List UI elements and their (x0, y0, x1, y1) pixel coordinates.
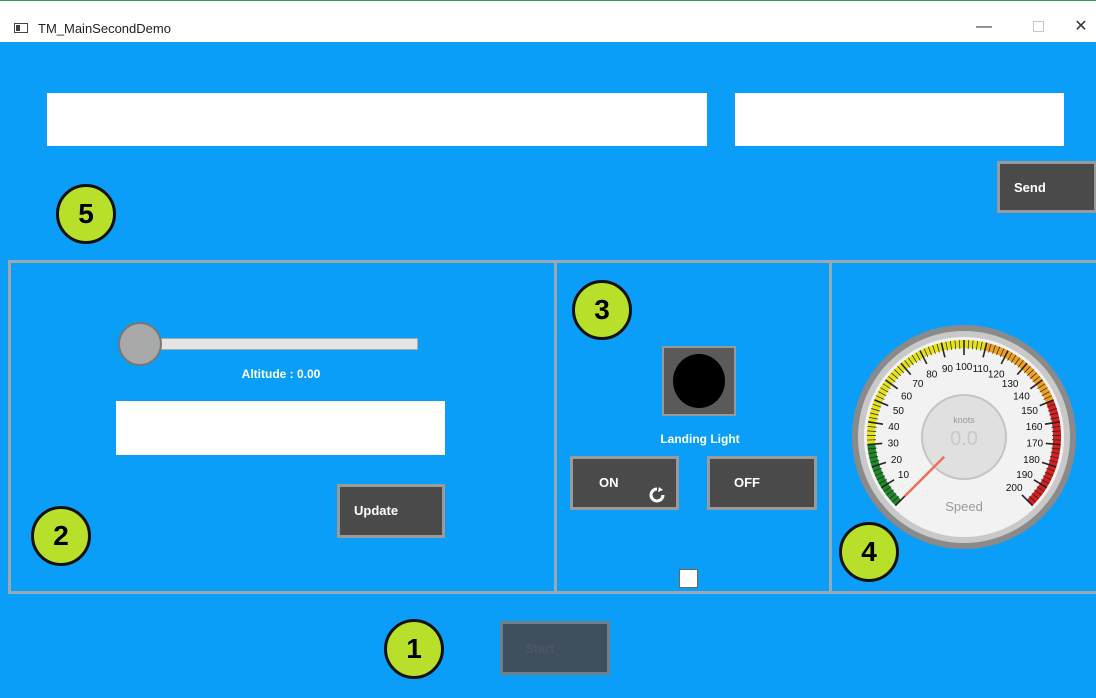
altitude-label: Altitude : 0.00 (241, 367, 321, 381)
landing-light-label: Landing Light (660, 432, 740, 446)
gauge-tick-label: 150 (1021, 406, 1038, 417)
gauge-tick-label: 70 (912, 379, 924, 390)
maximize-button[interactable] (1023, 15, 1053, 39)
message-input[interactable] (47, 93, 707, 146)
gauge-tick-label: 10 (898, 470, 910, 481)
gauge-tick-label: 110 (973, 364, 989, 375)
window-title: TM_MainSecondDemo (38, 21, 171, 36)
divider-bottom (8, 591, 1096, 594)
divider-left (8, 260, 11, 594)
section-1-badge: 1 (384, 619, 444, 679)
landing-light-bulb (673, 354, 725, 408)
start-button[interactable]: Start (500, 621, 610, 675)
on-label: ON (599, 475, 619, 490)
send-button[interactable]: Send (997, 161, 1096, 213)
off-button[interactable]: OFF (707, 456, 817, 510)
app-icon (14, 23, 28, 33)
gauge-tick-label: 180 (1023, 455, 1040, 466)
gauge-tick-label: 20 (891, 455, 903, 466)
speed-gauge: 10 20 30 40 50 60 70 80 90 100 110 120 130 140 150 160 1… (850, 324, 1078, 550)
gauge-tick-label: 100 (956, 362, 973, 373)
title-bar: TM_MainSecondDemo — ✕ (0, 0, 1096, 42)
altitude-input[interactable] (116, 401, 445, 455)
close-button[interactable]: ✕ (1066, 15, 1096, 39)
gauge-tick-label: 170 (1026, 439, 1043, 450)
gauge-value: 0.0 (950, 428, 978, 450)
on-button[interactable]: ON (570, 456, 679, 510)
gauge-caption: Speed (945, 499, 983, 514)
update-button[interactable]: Update (337, 484, 445, 538)
divider-mid-1 (554, 260, 557, 594)
divider-top (8, 260, 1096, 263)
minimize-button[interactable]: — (969, 15, 999, 39)
gauge-tick-label: 190 (1016, 470, 1033, 481)
topic-input[interactable] (735, 93, 1064, 146)
gauge-unit: knots (953, 415, 975, 425)
gauge-tick-label: 60 (901, 391, 913, 402)
landing-light-indicator (662, 346, 736, 416)
section-3-badge: 3 (572, 280, 632, 340)
gauge-tick-label: 140 (1013, 391, 1030, 402)
refresh-icon (649, 475, 665, 503)
gauge-tick-label: 40 (888, 422, 900, 433)
divider-mid-2 (829, 260, 832, 594)
gauge-tick-label: 130 (1002, 379, 1019, 390)
gauge-tick-label: 160 (1026, 422, 1043, 433)
start-label: Start (525, 641, 555, 656)
gauge-tick-label: 90 (942, 364, 954, 375)
altitude-slider[interactable] (118, 322, 420, 368)
landing-light-checkbox[interactable] (679, 569, 698, 588)
section-5-badge: 5 (56, 184, 116, 244)
gauge-tick-label: 30 (888, 439, 900, 450)
altitude-slider-track (140, 338, 418, 350)
altitude-slider-thumb[interactable] (118, 322, 162, 366)
main-panel: Send 5 Altitude : 0.00 Update 2 3 Landin… (0, 42, 1096, 698)
maximize-icon (1032, 21, 1044, 33)
section-2-badge: 2 (31, 506, 91, 566)
section-4-badge: 4 (839, 522, 899, 582)
gauge-tick-label: 200 (1006, 483, 1023, 494)
gauge-tick-label: 80 (926, 370, 938, 381)
gauge-tick-label: 50 (893, 406, 905, 417)
